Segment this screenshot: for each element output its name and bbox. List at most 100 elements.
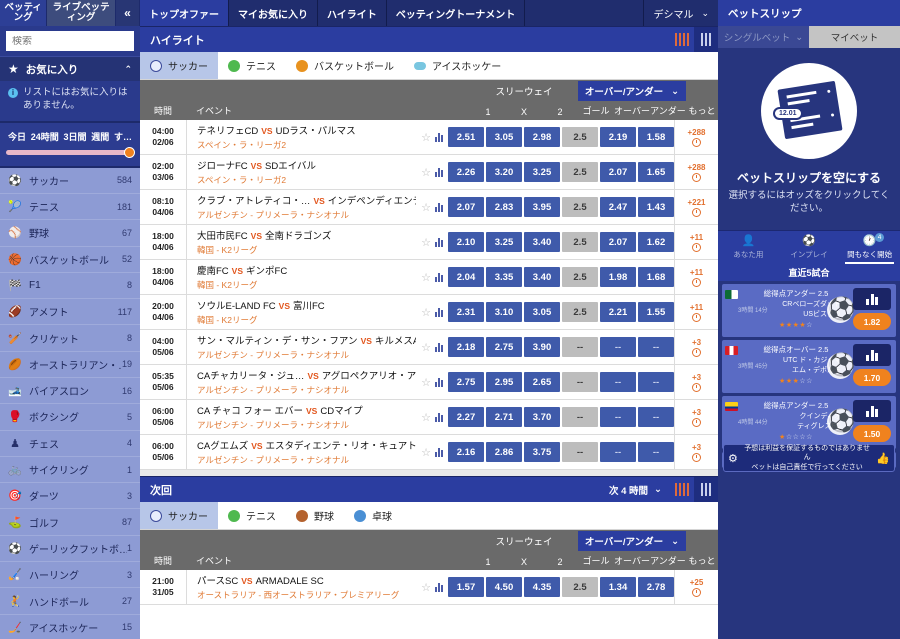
time-filter-today[interactable]: 今日	[8, 130, 26, 143]
odd-under[interactable]: --	[638, 407, 674, 427]
statistics-icon[interactable]	[853, 288, 891, 310]
more-markets[interactable]: +3	[674, 365, 718, 399]
nav-my-favorites[interactable]: マイお気に入り	[229, 0, 318, 26]
sport-tab-soccer[interactable]: サッカー	[140, 52, 218, 79]
event-info[interactable]: パースSC VS ARMADALE SC オーストラリア - 西オーストラリア・プレミ…	[186, 570, 416, 604]
group-overunder[interactable]: オーバー/アンダー ⌄	[578, 81, 686, 101]
search-box[interactable]	[6, 31, 140, 51]
odd-under[interactable]: --	[638, 442, 674, 462]
favorite-star-icon[interactable]: ☆	[421, 271, 431, 284]
time-filter-week[interactable]: 週間	[91, 130, 109, 143]
event-info[interactable]: 大田市民FC VS 全南ドラゴンズ 韓国 - K2リーグ	[186, 225, 416, 259]
time-filter-3days[interactable]: 3日間	[63, 130, 86, 143]
event-info[interactable]: サン・マルティン・デ・サン・フアンVSキルメスAC アルゼンチン - プリメーラ・…	[186, 330, 416, 364]
odd-draw[interactable]: 2.75	[486, 337, 522, 357]
odd-home[interactable]: 2.27	[448, 407, 484, 427]
favorite-star-icon[interactable]: ☆	[421, 411, 431, 424]
sport-tab-tabletennis[interactable]: 卓球	[344, 502, 402, 529]
event-info[interactable]: 慶南FC VS ギンポFC 韓国 - K2リーグ	[186, 260, 416, 294]
betting-tip-card[interactable]: 総得点アンダー 2.53時間 14分CRベローズダッドUSビスクラ★★★★☆1.…	[722, 284, 896, 337]
event-row[interactable]: 20:00 04/06 ソウルE-LAND FC VS 富川FC 韓国 - K2リーグ ☆ 2…	[140, 295, 718, 330]
more-markets[interactable]: +288	[674, 155, 718, 189]
sidebar-tab-live-betting[interactable]: ライブベッティング	[47, 0, 116, 26]
event-info[interactable]: CA チャコ フォー エバー VS CDマイプ アルゼンチン - プリメーラ・ナシオナ…	[186, 400, 416, 434]
statistics-icon[interactable]	[853, 400, 891, 422]
sidebar-sport-item[interactable]: ⚾ 野球 67	[0, 220, 140, 247]
more-markets[interactable]: +3	[674, 435, 718, 469]
statistics-icon[interactable]	[434, 342, 443, 352]
betslip-tab-mybets[interactable]: マイベット	[809, 26, 900, 48]
sidebar-sport-item[interactable]: 🏉 オーストラリアン・… 19	[0, 352, 140, 378]
nav-top-offers[interactable]: トップオファー	[140, 0, 229, 26]
sidebar-sport-item[interactable]: ♟ チェス 4	[0, 431, 140, 457]
more-markets[interactable]: +11	[674, 295, 718, 329]
odd-over[interactable]: --	[600, 442, 636, 462]
odd-draw[interactable]: 2.86	[486, 442, 522, 462]
sport-tab-tennis[interactable]: テニス	[218, 502, 286, 529]
favorite-star-icon[interactable]: ☆	[421, 581, 431, 594]
odd-away[interactable]: 4.35	[524, 577, 560, 597]
more-markets[interactable]: +25	[674, 570, 718, 604]
odd-under[interactable]: 1.65	[638, 162, 674, 182]
odd-home[interactable]: 1.57	[448, 577, 484, 597]
more-markets[interactable]: +288	[674, 120, 718, 154]
nav-highlights[interactable]: ハイライト	[318, 0, 387, 26]
favorite-star-icon[interactable]: ☆	[421, 166, 431, 179]
odd-home[interactable]: 2.51	[448, 127, 484, 147]
odd-over[interactable]: --	[600, 337, 636, 357]
gear-icon[interactable]: ⚙	[728, 452, 738, 465]
sidebar-sport-item[interactable]: ⛳ ゴルフ 87	[0, 509, 140, 536]
sidebar-sport-item[interactable]: 🚲 サイクリング 1	[0, 457, 140, 484]
odd-home[interactable]: 2.18	[448, 337, 484, 357]
event-info[interactable]: ジローナFC VS SDエイバル スペイン・ラ・リーガ2	[186, 155, 416, 189]
thumbs-up-icon[interactable]: 👍	[876, 452, 890, 465]
odd-over[interactable]: 2.07	[600, 232, 636, 252]
odd-under[interactable]: --	[638, 337, 674, 357]
betslip-tab-single[interactable]: シングルベット ⌄	[718, 26, 809, 48]
odd-away[interactable]: 2.65	[524, 372, 560, 392]
odd-draw[interactable]: 2.71	[486, 407, 522, 427]
sidebar-sport-item[interactable]: 🎾 テニス 181	[0, 194, 140, 221]
time-filter-all[interactable]: す…	[114, 130, 132, 143]
sidebar-sport-item[interactable]: 🎿 バイアスロン 16	[0, 378, 140, 405]
grid-view-icon[interactable]	[670, 27, 694, 53]
odd-under[interactable]: 1.68	[638, 267, 674, 287]
list-view-icon[interactable]	[694, 26, 718, 53]
odd-under[interactable]: 1.43	[638, 197, 674, 217]
event-row[interactable]: 21:00 31/05 パースSC VS ARMADALE SC オーストラリア - 西オ…	[140, 570, 718, 605]
sidebar-sport-item[interactable]: 🤾 ハンドボール 27	[0, 588, 140, 615]
tip-odds-button[interactable]: 1.82	[853, 313, 891, 330]
statistics-icon[interactable]	[434, 582, 443, 592]
sidebar-sport-item[interactable]: 🏑 ハーリング 3	[0, 562, 140, 589]
odd-over[interactable]: 1.34	[600, 577, 636, 597]
odd-over[interactable]: --	[600, 407, 636, 427]
sidebar-collapse-icon[interactable]: «	[116, 0, 140, 26]
event-info[interactable]: ソウルE-LAND FC VS 富川FC 韓国 - K2リーグ	[186, 295, 416, 329]
sidebar-sport-item[interactable]: 🥊 ボクシング 5	[0, 404, 140, 431]
odd-draw[interactable]: 3.35	[486, 267, 522, 287]
odd-draw[interactable]: 2.83	[486, 197, 522, 217]
tip-odds-button[interactable]: 1.70	[853, 369, 891, 386]
nav-betting-tournament[interactable]: ベッティングトーナメント	[387, 0, 526, 26]
odd-over[interactable]: --	[600, 372, 636, 392]
odd-over[interactable]: 2.21	[600, 302, 636, 322]
sport-tab-baseball[interactable]: 野球	[286, 502, 344, 529]
statistics-icon[interactable]	[434, 447, 443, 457]
odd-draw[interactable]: 3.25	[486, 232, 522, 252]
odd-home[interactable]: 2.26	[448, 162, 484, 182]
statistics-icon[interactable]	[434, 412, 443, 422]
betting-tip-card[interactable]: 総得点オーバー 2.5 3時間 45分 UTC ド・カジャマ エム・デポルテ ★★★☆☆…	[722, 340, 896, 393]
favorite-star-icon[interactable]: ☆	[421, 201, 431, 214]
odd-home[interactable]: 2.04	[448, 267, 484, 287]
odd-away[interactable]: 2.98	[524, 127, 560, 147]
event-row[interactable]: 04:0005/06 サン・マルティン・デ・サン・フアンVSキルメスAC アルゼンチ…	[140, 330, 718, 365]
sidebar-sport-item[interactable]: 🏒 アイスホッケー 15	[0, 615, 140, 639]
statistics-icon[interactable]	[434, 202, 443, 212]
favorite-star-icon[interactable]: ☆	[421, 376, 431, 389]
more-markets[interactable]: +11	[674, 260, 718, 294]
event-row[interactable]: 18:00 04/06 大田市民FC VS 全南ドラゴンズ 韓国 - K2リーグ ☆ 2.10…	[140, 225, 718, 260]
event-row[interactable]: 08:1004/06 クラブ・アトレティコ・…VSインデペンディエンテ・リ… アルゼ…	[140, 190, 718, 225]
odd-away[interactable]: 3.95	[524, 197, 560, 217]
group-overunder[interactable]: オーバー/アンダー ⌄	[578, 531, 686, 551]
more-markets[interactable]: +3	[674, 330, 718, 364]
